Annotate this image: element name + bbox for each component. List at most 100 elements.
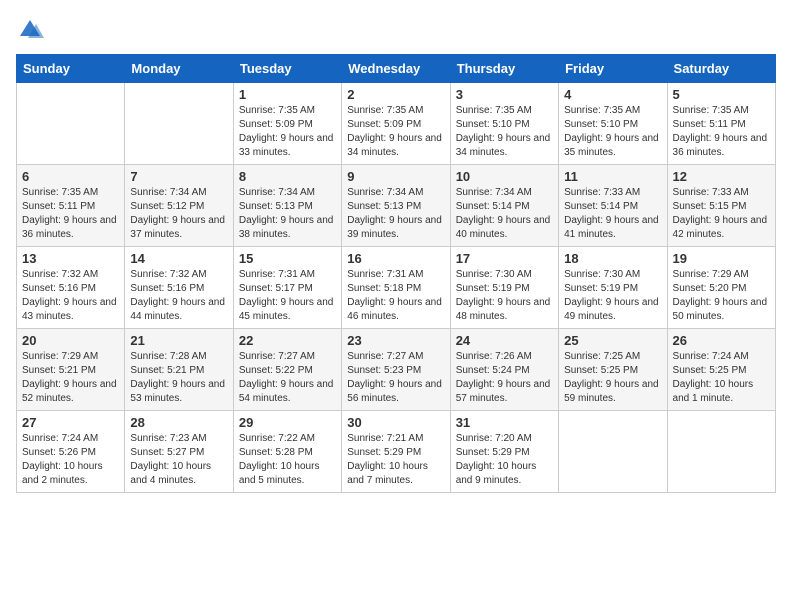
day-info: Sunrise: 7:35 AM Sunset: 5:11 PM Dayligh… [22, 186, 119, 242]
calendar-cell: 15Sunrise: 7:31 AM Sunset: 5:17 PM Dayli… [233, 247, 341, 329]
day-number: 22 [239, 333, 336, 348]
calendar-cell: 27Sunrise: 7:24 AM Sunset: 5:26 PM Dayli… [17, 411, 125, 493]
day-number: 11 [564, 169, 661, 184]
day-number: 14 [130, 251, 227, 266]
day-info: Sunrise: 7:31 AM Sunset: 5:18 PM Dayligh… [347, 268, 444, 324]
calendar-cell: 30 Sunrise: 7:21 AM Sunset: 5:29 PM Dayli… [342, 411, 450, 493]
week-row-3: 13 Sunrise: 7:32 AM Sunset: 5:16 PM Dayli… [17, 247, 776, 329]
calendar-cell: 22 Sunrise: 7:27 AM Sunset: 5:22 PM Dayli… [233, 329, 341, 411]
calendar-cell [17, 83, 125, 165]
day-number: 29 [239, 415, 336, 430]
day-number: 6 [22, 169, 119, 184]
calendar-cell: 10Sunrise: 7:34 AM Sunset: 5:14 PM Dayli… [450, 165, 558, 247]
day-info: Sunrise: 7:23 AM Sunset: 5:27 PM Dayligh… [130, 432, 227, 488]
day-info: Sunrise: 7:35 AM Sunset: 5:11 PM Dayligh… [673, 104, 770, 160]
day-info: Sunrise: 7:35 AM Sunset: 5:10 PM Dayligh… [456, 104, 553, 160]
header-row: SundayMondayTuesdayWednesdayThursdayFrid… [17, 55, 776, 83]
day-number: 4 [564, 87, 661, 102]
day-info: Sunrise: 7:24 AM Sunset: 5:25 PM Dayligh… [673, 350, 770, 406]
day-info: Sunrise: 7:35 AM Sunset: 5:09 PM Dayligh… [239, 104, 336, 160]
week-row-4: 20Sunrise: 7:29 AM Sunset: 5:21 PM Dayli… [17, 329, 776, 411]
calendar-cell: 9 Sunrise: 7:34 AM Sunset: 5:13 PM Daylig… [342, 165, 450, 247]
day-number: 2 [347, 87, 444, 102]
day-info: Sunrise: 7:34 AM Sunset: 5:13 PM Dayligh… [347, 186, 444, 242]
column-header-monday: Monday [125, 55, 233, 83]
day-info: Sunrise: 7:27 AM Sunset: 5:23 PM Dayligh… [347, 350, 444, 406]
day-number: 8 [239, 169, 336, 184]
logo [16, 16, 48, 44]
calendar-cell [667, 411, 775, 493]
calendar-cell: 18 Sunrise: 7:30 AM Sunset: 5:19 PM Dayli… [559, 247, 667, 329]
day-number: 31 [456, 415, 553, 430]
calendar-cell: 5 Sunrise: 7:35 AM Sunset: 5:11 PM Daylig… [667, 83, 775, 165]
calendar-cell: 14Sunrise: 7:32 AM Sunset: 5:16 PM Dayli… [125, 247, 233, 329]
day-info: Sunrise: 7:21 AM Sunset: 5:29 PM Dayligh… [347, 432, 444, 488]
day-info: Sunrise: 7:26 AM Sunset: 5:24 PM Dayligh… [456, 350, 553, 406]
day-info: Sunrise: 7:34 AM Sunset: 5:13 PM Dayligh… [239, 186, 336, 242]
day-number: 30 [347, 415, 444, 430]
day-info: Sunrise: 7:35 AM Sunset: 5:09 PM Dayligh… [347, 104, 444, 160]
day-number: 25 [564, 333, 661, 348]
calendar-cell: 31Sunrise: 7:20 AM Sunset: 5:29 PM Dayli… [450, 411, 558, 493]
day-info: Sunrise: 7:28 AM Sunset: 5:21 PM Dayligh… [130, 350, 227, 406]
day-number: 7 [130, 169, 227, 184]
day-number: 5 [673, 87, 770, 102]
day-info: Sunrise: 7:22 AM Sunset: 5:28 PM Dayligh… [239, 432, 336, 488]
day-number: 21 [130, 333, 227, 348]
calendar-cell [125, 83, 233, 165]
day-number: 9 [347, 169, 444, 184]
day-info: Sunrise: 7:33 AM Sunset: 5:14 PM Dayligh… [564, 186, 661, 242]
column-header-saturday: Saturday [667, 55, 775, 83]
day-info: Sunrise: 7:30 AM Sunset: 5:19 PM Dayligh… [456, 268, 553, 324]
column-header-tuesday: Tuesday [233, 55, 341, 83]
calendar-cell: 29 Sunrise: 7:22 AM Sunset: 5:28 PM Dayli… [233, 411, 341, 493]
day-info: Sunrise: 7:29 AM Sunset: 5:20 PM Dayligh… [673, 268, 770, 324]
calendar-cell: 20Sunrise: 7:29 AM Sunset: 5:21 PM Dayli… [17, 329, 125, 411]
day-info: Sunrise: 7:32 AM Sunset: 5:16 PM Dayligh… [22, 268, 119, 324]
calendar-cell: 19 Sunrise: 7:29 AM Sunset: 5:20 PM Dayli… [667, 247, 775, 329]
day-number: 15 [239, 251, 336, 266]
day-info: Sunrise: 7:34 AM Sunset: 5:14 PM Dayligh… [456, 186, 553, 242]
day-info: Sunrise: 7:27 AM Sunset: 5:22 PM Dayligh… [239, 350, 336, 406]
calendar-cell: 24 Sunrise: 7:26 AM Sunset: 5:24 PM Dayli… [450, 329, 558, 411]
calendar-cell [559, 411, 667, 493]
day-number: 28 [130, 415, 227, 430]
calendar-cell: 7 Sunrise: 7:34 AM Sunset: 5:12 PM Daylig… [125, 165, 233, 247]
week-row-2: 6 Sunrise: 7:35 AM Sunset: 5:11 PM Daylig… [17, 165, 776, 247]
column-header-friday: Friday [559, 55, 667, 83]
day-number: 24 [456, 333, 553, 348]
calendar-cell: 13 Sunrise: 7:32 AM Sunset: 5:16 PM Dayli… [17, 247, 125, 329]
day-info: Sunrise: 7:29 AM Sunset: 5:21 PM Dayligh… [22, 350, 119, 406]
calendar-table: SundayMondayTuesdayWednesdayThursdayFrid… [16, 54, 776, 493]
day-number: 3 [456, 87, 553, 102]
calendar-cell: 17 Sunrise: 7:30 AM Sunset: 5:19 PM Dayli… [450, 247, 558, 329]
day-number: 23 [347, 333, 444, 348]
day-number: 27 [22, 415, 119, 430]
calendar-body: 1Sunrise: 7:35 AM Sunset: 5:09 PM Daylig… [17, 83, 776, 493]
logo-icon [16, 16, 44, 44]
calendar-cell: 26 Sunrise: 7:24 AM Sunset: 5:25 PM Dayli… [667, 329, 775, 411]
day-number: 18 [564, 251, 661, 266]
day-info: Sunrise: 7:25 AM Sunset: 5:25 PM Dayligh… [564, 350, 661, 406]
day-number: 17 [456, 251, 553, 266]
calendar-cell: 3 Sunrise: 7:35 AM Sunset: 5:10 PM Daylig… [450, 83, 558, 165]
day-number: 12 [673, 169, 770, 184]
day-number: 13 [22, 251, 119, 266]
calendar-cell: 25 Sunrise: 7:25 AM Sunset: 5:25 PM Dayli… [559, 329, 667, 411]
day-info: Sunrise: 7:34 AM Sunset: 5:12 PM Dayligh… [130, 186, 227, 242]
day-number: 26 [673, 333, 770, 348]
calendar-cell: 2 Sunrise: 7:35 AM Sunset: 5:09 PM Daylig… [342, 83, 450, 165]
calendar-header: SundayMondayTuesdayWednesdayThursdayFrid… [17, 55, 776, 83]
calendar-cell: 6 Sunrise: 7:35 AM Sunset: 5:11 PM Daylig… [17, 165, 125, 247]
calendar-cell: 11 Sunrise: 7:33 AM Sunset: 5:14 PM Dayli… [559, 165, 667, 247]
day-number: 16 [347, 251, 444, 266]
calendar-cell: 16 Sunrise: 7:31 AM Sunset: 5:18 PM Dayli… [342, 247, 450, 329]
calendar-cell: 4Sunrise: 7:35 AM Sunset: 5:10 PM Daylig… [559, 83, 667, 165]
week-row-1: 1Sunrise: 7:35 AM Sunset: 5:09 PM Daylig… [17, 83, 776, 165]
column-header-wednesday: Wednesday [342, 55, 450, 83]
day-number: 19 [673, 251, 770, 266]
calendar-cell: 12Sunrise: 7:33 AM Sunset: 5:15 PM Dayli… [667, 165, 775, 247]
calendar-cell: 21 Sunrise: 7:28 AM Sunset: 5:21 PM Dayli… [125, 329, 233, 411]
day-info: Sunrise: 7:30 AM Sunset: 5:19 PM Dayligh… [564, 268, 661, 324]
calendar-cell: 28 Sunrise: 7:23 AM Sunset: 5:27 PM Dayli… [125, 411, 233, 493]
